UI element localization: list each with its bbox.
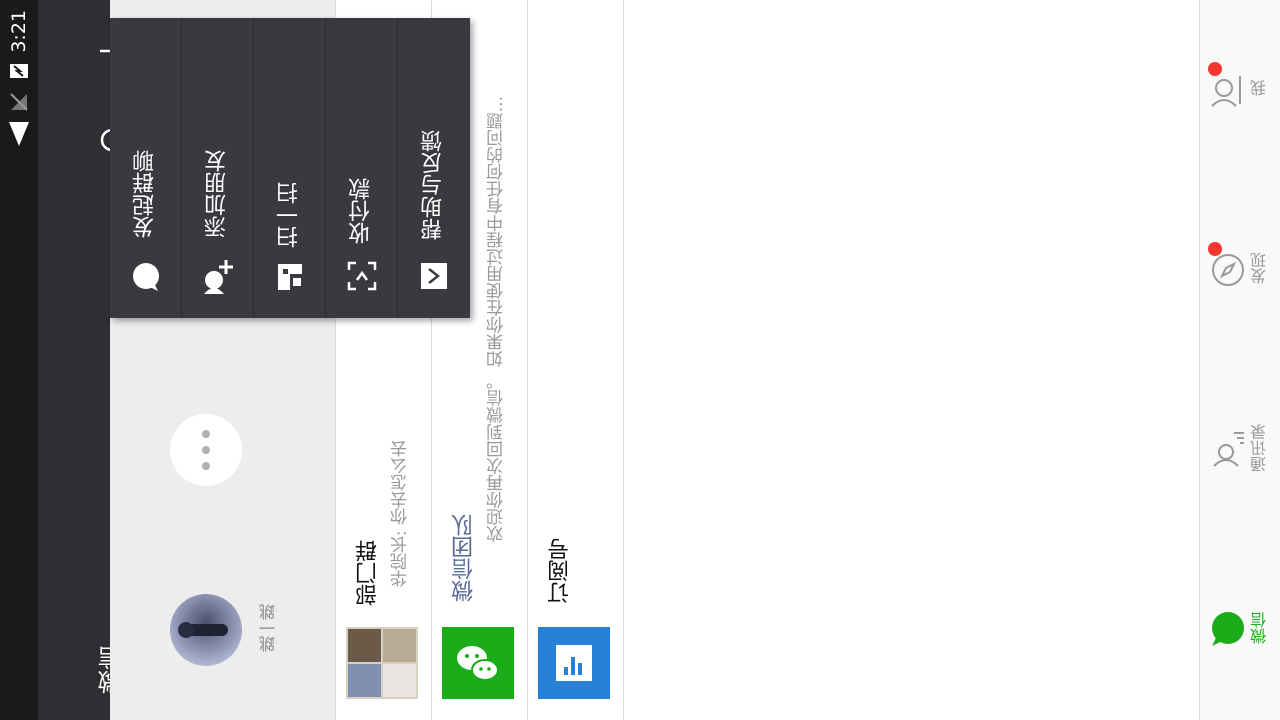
popup-menu: 发起群聊 添加朋友 扫一扫 收付款 帮助与反馈 bbox=[110, 18, 470, 318]
group-avatar-tile bbox=[383, 629, 416, 662]
chat-list-empty-area bbox=[623, 0, 1200, 720]
chat-preview: 欢迎你再次回到微信。 如果你在使用过程中有任何的问题... bbox=[487, 96, 507, 543]
chat-name: 部门群 bbox=[356, 540, 381, 606]
tab-contacts[interactable]: 通讯录 bbox=[1200, 400, 1280, 500]
menu-item-add-friend[interactable]: 添加朋友 bbox=[182, 18, 254, 318]
menu-item-group-chat[interactable]: 发起群聊 bbox=[110, 18, 182, 318]
avatar-head bbox=[178, 622, 194, 638]
avatar[interactable] bbox=[170, 594, 242, 666]
wechat-logo-icon bbox=[457, 646, 499, 681]
notification-badge bbox=[1208, 242, 1222, 256]
group-avatar-tile bbox=[348, 664, 381, 697]
story-user-name: 跳一跳 bbox=[259, 604, 278, 652]
tab-bar: 微信 通讯录 发现 我 bbox=[1199, 0, 1280, 720]
chat-name: 订阅号 bbox=[548, 538, 573, 604]
status-time: 3:21 bbox=[8, 10, 30, 53]
tab-label: 通讯录 bbox=[1250, 424, 1269, 472]
signal-icon bbox=[10, 93, 28, 111]
group-avatar-tile bbox=[348, 629, 381, 662]
more-dot bbox=[202, 446, 210, 454]
chat-preview: 华院长: 你去怎么去 bbox=[391, 440, 411, 588]
menu-item-feedback[interactable]: 帮助与反馈 bbox=[398, 18, 470, 318]
subscription-bar bbox=[578, 663, 582, 675]
menu-item-label: 添加朋友 bbox=[205, 150, 230, 238]
tab-discover[interactable]: 发现 bbox=[1200, 230, 1280, 330]
add-friend-icon bbox=[204, 260, 233, 294]
menu-item-label: 帮助与反馈 bbox=[421, 130, 446, 240]
status-bar: 3:21 bbox=[0, 0, 38, 720]
more-button[interactable] bbox=[170, 414, 242, 486]
subscription-icon bbox=[556, 645, 592, 681]
screen: 3:21 微信 跳一跳 部门群 bbox=[0, 0, 1280, 720]
tab-chats[interactable]: 微信 bbox=[1200, 580, 1280, 680]
title-bar: 微信 bbox=[38, 0, 126, 720]
contacts-icon bbox=[1213, 432, 1244, 467]
tab-me[interactable]: 我 bbox=[1200, 50, 1280, 150]
tab-label: 发现 bbox=[1250, 252, 1269, 284]
chat-tab-icon bbox=[1212, 612, 1244, 646]
menu-item-payment[interactable]: 收付款 bbox=[326, 18, 398, 318]
chat-name: 微信团队 bbox=[452, 514, 477, 602]
battery-icon bbox=[10, 64, 28, 78]
group-avatar-tile bbox=[383, 664, 416, 697]
profile-icon bbox=[1211, 76, 1241, 107]
scan-icon bbox=[278, 264, 302, 290]
tab-label: 微信 bbox=[1250, 612, 1269, 644]
menu-item-label: 收付款 bbox=[349, 178, 374, 244]
compass-icon bbox=[1212, 254, 1244, 286]
menu-item-scan[interactable]: 扫一扫 bbox=[254, 18, 326, 318]
more-dot bbox=[202, 430, 210, 438]
wifi-icon bbox=[9, 122, 29, 146]
chat-bubble-icon bbox=[133, 263, 159, 291]
menu-item-label: 发起群聊 bbox=[133, 150, 158, 238]
payment-icon bbox=[347, 261, 377, 291]
chat-row[interactable]: 订阅号 bbox=[527, 0, 624, 720]
wechat-team-avatar bbox=[442, 627, 514, 699]
subscription-avatar bbox=[538, 627, 610, 699]
tab-label: 我 bbox=[1250, 80, 1269, 96]
notification-badge bbox=[1208, 62, 1222, 76]
menu-item-label: 扫一扫 bbox=[277, 182, 302, 248]
subscription-bar bbox=[564, 667, 568, 675]
group-avatar bbox=[346, 627, 418, 699]
subscription-bar bbox=[571, 657, 575, 675]
more-dot bbox=[202, 462, 210, 470]
feedback-icon bbox=[421, 263, 447, 289]
